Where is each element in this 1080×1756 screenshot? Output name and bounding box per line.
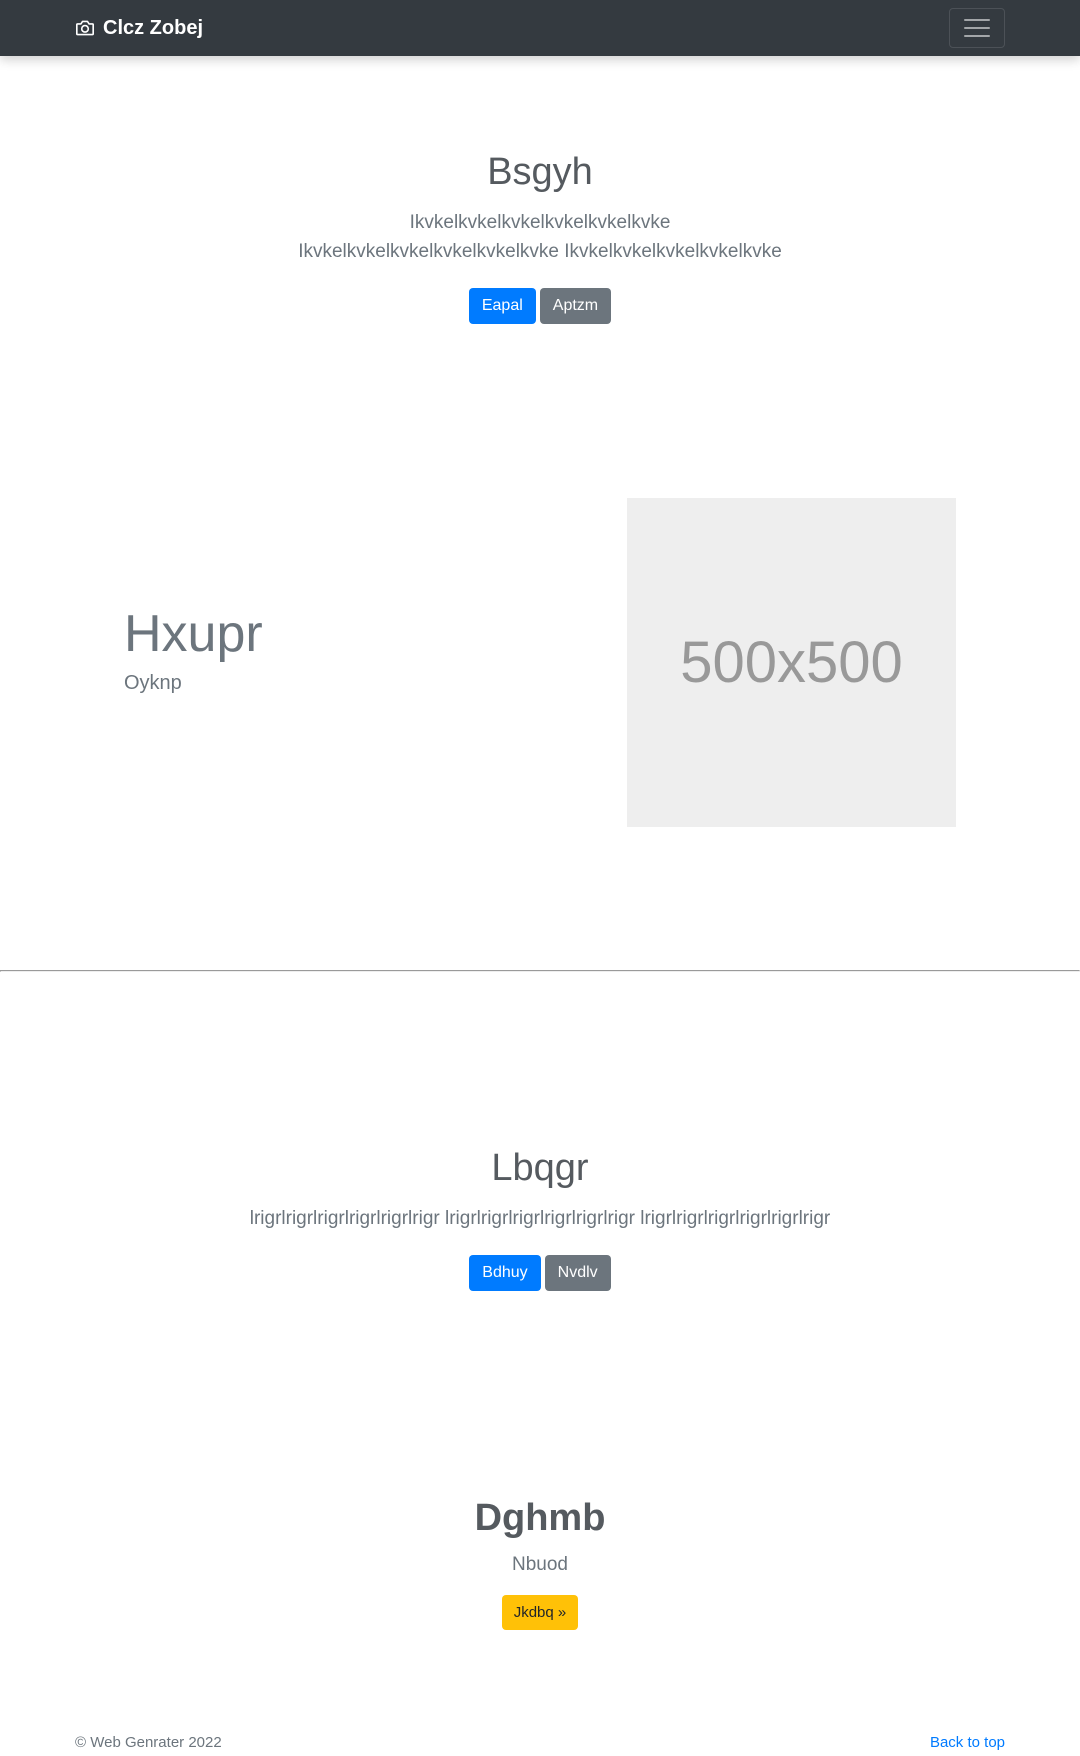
hero-section-3: Dghmb Nbuod Jkdbq » xyxy=(0,1496,1080,1631)
hero3-lead: Nbuod xyxy=(512,1553,568,1575)
placeholder-label: 500x500 xyxy=(680,630,903,695)
hero3-warning-button[interactable]: Jkdbq » xyxy=(501,1595,579,1631)
hero-section-2: Lbqgr lrigrlrigrlrigrlrigrlrigrlrigr lri… xyxy=(0,1146,1080,1292)
hero1-button-group: Eapal Aptzm xyxy=(0,288,1080,325)
hero2-button-group: Bdhuy Nvdlv xyxy=(0,1255,1080,1292)
hamburger-icon-line xyxy=(964,19,990,21)
featurette-image-placeholder: 500x500 xyxy=(627,498,956,827)
hero2-title: Lbqgr xyxy=(491,1147,589,1189)
brand-label: Clcz Zobej xyxy=(103,16,204,39)
hero3-title: Dghmb xyxy=(474,1497,606,1539)
back-to-top-link[interactable]: Back to top xyxy=(930,1734,1005,1751)
hero-section-1: Bsgyh Ikvkelkvkelkvkelkvkelkvkelkvke Ikv… xyxy=(0,150,1080,325)
navbar-brand[interactable]: Clcz Zobej xyxy=(75,17,203,40)
featurette-heading: Hxupr xyxy=(124,605,263,663)
camera-icon xyxy=(76,20,94,36)
featurette-divider xyxy=(0,970,1080,972)
hero3-button-group: Jkdbq » xyxy=(0,1595,1080,1631)
hero2-secondary-button[interactable]: Nvdlv xyxy=(544,1255,611,1292)
hero2-primary-button[interactable]: Bdhuy xyxy=(469,1255,541,1292)
hamburger-icon-line xyxy=(964,27,990,29)
hero2-lead: lrigrlrigrlrigrlrigrlrigrlrigr lrigrlrig… xyxy=(249,1207,831,1229)
hero1-primary-button[interactable]: Eapal xyxy=(468,288,536,325)
hero1-secondary-button[interactable]: Aptzm xyxy=(539,288,612,325)
hamburger-icon-line xyxy=(964,35,990,37)
footer-copyright: © Web Genrater 2022 xyxy=(75,1734,222,1751)
featurette-subheading: Oyknp xyxy=(124,672,182,694)
hero1-lead: Ikvkelkvkelkvkelkvkelkvkelkvke Ikvkelkvk… xyxy=(298,211,782,263)
navbar-toggler-button[interactable] xyxy=(949,8,1005,48)
footer: © Web Genrater 2022 Back to top xyxy=(75,1734,1005,1751)
navbar: Clcz Zobej xyxy=(0,0,1080,56)
hero1-title: Bsgyh xyxy=(487,151,593,193)
